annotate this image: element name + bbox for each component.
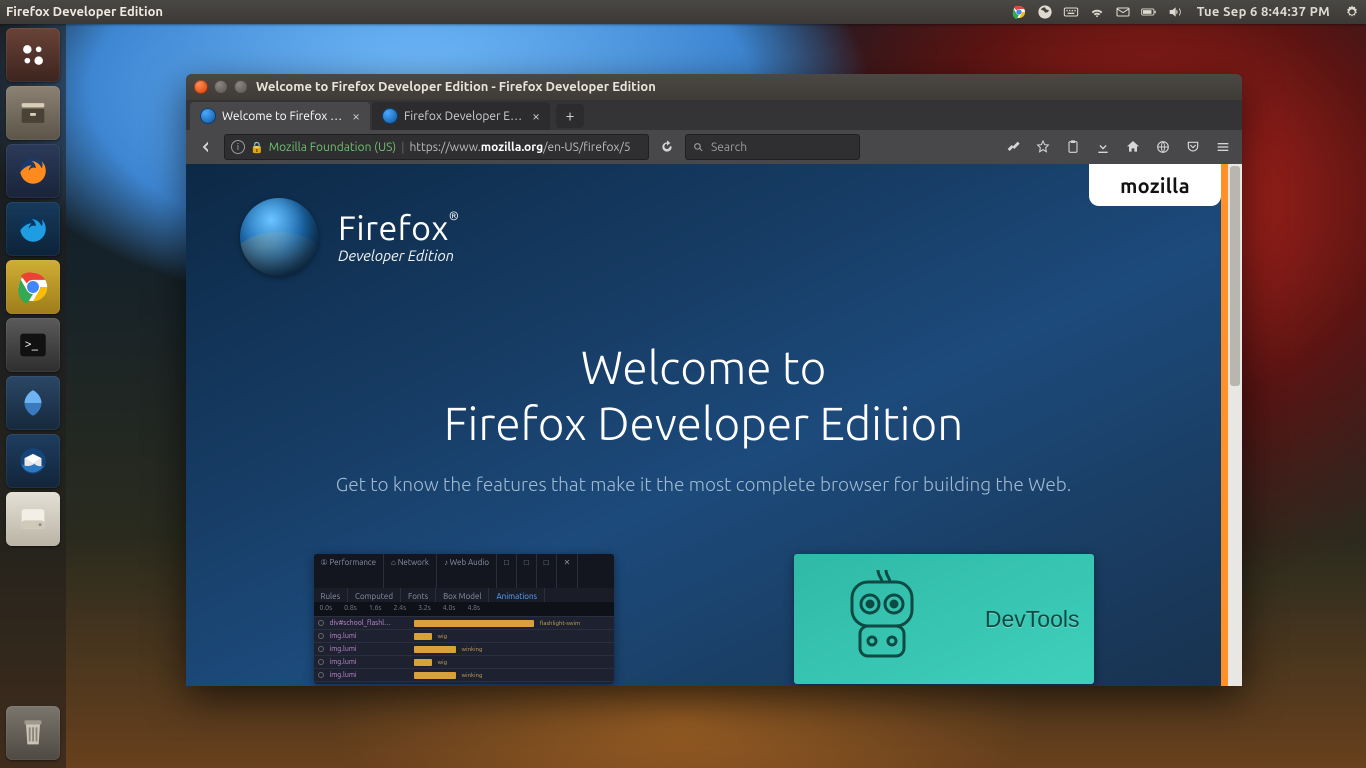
scrollbar-thumb[interactable] [1230,166,1240,386]
tab-favicon [382,108,398,124]
hero-heading: Welcome toFirefox Developer Edition [186,339,1221,451]
back-button[interactable] [192,134,220,160]
volume-indicator-icon[interactable] [1167,4,1183,20]
page-content: mozilla Firefox® Developer Edition Welco… [186,164,1242,686]
tab-close-icon[interactable]: × [532,109,540,123]
window-minimize-button[interactable] [214,80,228,94]
active-app-name: Firefox Developer Edition [6,5,163,19]
tab-inactive[interactable]: Firefox Developer E… × [372,102,550,130]
vertical-scrollbar[interactable] [1228,164,1242,686]
tab-favicon [200,108,216,124]
devtools-header: ① Performance⌂ Network♪ Web Audio□□□✕ [314,554,614,588]
mozilla-corner-tab[interactable]: mozilla [1089,164,1221,206]
search-icon [692,141,705,154]
keyboard-indicator-icon[interactable] [1063,4,1079,20]
tab-label: Firefox Developer E… [404,110,522,123]
navigation-toolbar: i 🔒 Mozilla Foundation (US) | https://ww… [186,130,1242,164]
accent-stripe [1221,164,1228,686]
hamburger-menu-icon[interactable] [1210,134,1236,160]
url-text: https://www.mozilla.org/en-US/firefox/5 [409,141,630,154]
launcher-thunderbird[interactable] [6,434,60,488]
downloads-icon[interactable] [1090,134,1116,160]
browser-window: Welcome to Firefox Developer Edition - F… [186,74,1242,686]
search-bar[interactable]: Search [685,134,860,160]
window-title: Welcome to Firefox Developer Edition - F… [256,80,656,94]
settings-indicator-icon[interactable] [1344,4,1360,20]
devtools-rows: div#school_flashl…flashlight-swimimg.lum… [314,616,614,684]
chrome-indicator-icon[interactable] [1011,4,1027,20]
home-icon[interactable] [1120,134,1146,160]
unity-launcher: >_ [0,24,66,768]
webide-icon[interactable] [1150,134,1176,160]
tab-active[interactable]: Welcome to Firefox … × [190,102,370,130]
url-bar[interactable]: i 🔒 Mozilla Foundation (US) | https://ww… [224,134,649,160]
search-placeholder: Search [711,141,747,154]
brand-block: Firefox® Developer Edition [240,198,459,276]
window-maximize-button[interactable] [234,80,248,94]
launcher-disk[interactable] [6,492,60,546]
hero-subtext: Get to know the features that make it th… [186,473,1221,495]
launcher-firefox[interactable] [6,144,60,198]
feature-card-challenger[interactable]: DevTools [794,554,1094,684]
battery-indicator-icon[interactable] [1141,4,1157,20]
clipboard-icon[interactable] [1060,134,1086,160]
mail-indicator-icon[interactable] [1115,4,1131,20]
devtools-timeline: 0.0s0.8s1.6s2.4s3.2s4.0s4.8s [314,602,614,616]
bookmark-star-icon[interactable] [1030,134,1056,160]
launcher-trash[interactable] [6,706,60,760]
robot-illustration-icon [824,564,944,674]
system-menu-bar: Firefox Developer Edition Tue Sep 6 8:44… [0,0,1366,24]
launcher-terminal[interactable]: >_ [6,318,60,372]
challenger-title: DevTools [985,606,1080,633]
reload-button[interactable] [653,134,681,160]
launcher-app[interactable] [6,376,60,430]
tab-close-icon[interactable]: × [352,109,360,123]
hero-section: Welcome toFirefox Developer Edition Get … [186,339,1221,495]
launcher-files[interactable] [6,86,60,140]
firefox-dev-logo-icon [240,198,318,276]
new-tab-button[interactable]: + [556,104,584,128]
indicator-icon[interactable] [1037,4,1053,20]
lock-icon: 🔒 [250,141,264,154]
launcher-dash[interactable] [6,28,60,82]
pocket-icon[interactable] [1180,134,1206,160]
window-titlebar[interactable]: Welcome to Firefox Developer Edition - F… [186,74,1242,100]
brand-subtitle: Developer Edition [338,247,459,264]
devtools-icon[interactable] [1000,134,1026,160]
feature-card-devtools[interactable]: ① Performance⌂ Network♪ Web Audio□□□✕ Ru… [314,554,614,684]
tab-strip: Welcome to Firefox … × Firefox Developer… [186,100,1242,130]
launcher-firefox-dev[interactable] [6,202,60,256]
site-info-icon[interactable]: i [231,140,245,154]
devtools-tabs: RulesComputedFontsBox ModelAnimations [314,588,614,602]
window-close-button[interactable] [194,80,208,94]
svg-text:>_: >_ [25,337,39,351]
clock[interactable]: Tue Sep 6 8:44:37 PM [1197,5,1330,19]
wifi-indicator-icon[interactable] [1089,4,1105,20]
tab-label: Welcome to Firefox … [222,110,342,123]
launcher-chrome[interactable] [6,260,60,314]
brand-name: Firefox® [338,211,459,245]
url-organization: Mozilla Foundation (US) [269,141,397,154]
